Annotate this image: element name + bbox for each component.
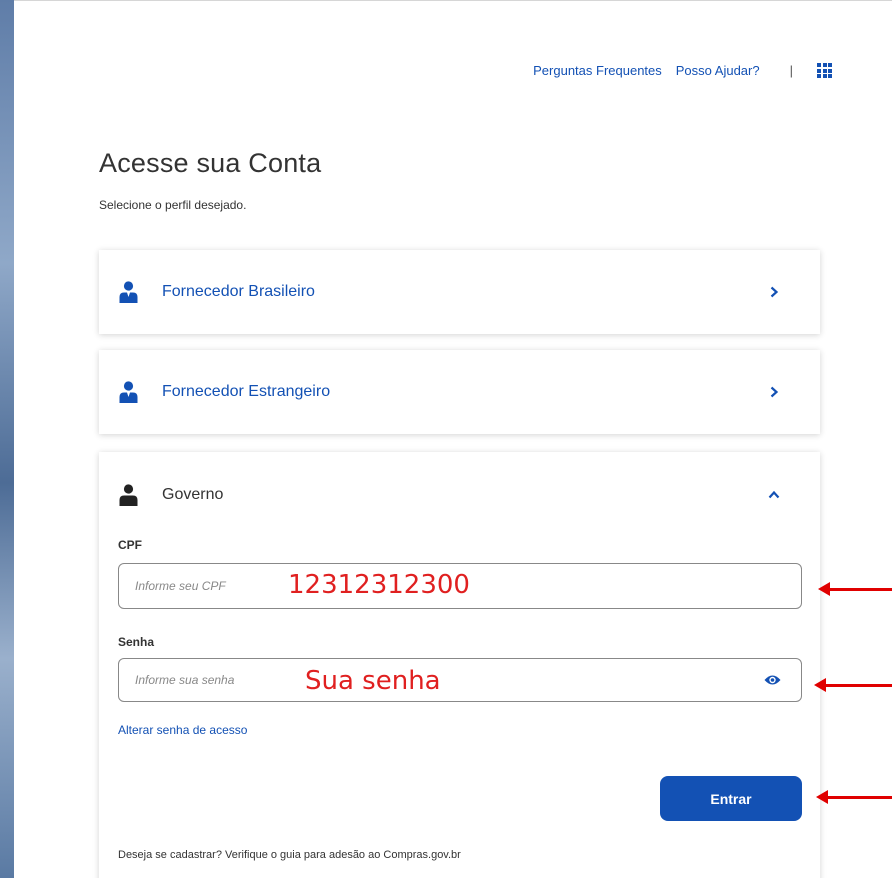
chevron-right-icon [770, 286, 779, 298]
profile-header-fornecedor-estrangeiro[interactable]: Fornecedor Estrangeiro [99, 350, 820, 434]
faq-link[interactable]: Perguntas Frequentes [533, 63, 662, 78]
profile-header-fornecedor-brasileiro[interactable]: Fornecedor Brasileiro [99, 250, 820, 334]
annotation-arrow-password [814, 678, 892, 692]
help-link[interactable]: Posso Ajudar? [676, 63, 760, 78]
annotation-arrow-submit [816, 790, 892, 804]
profile-label: Governo [162, 486, 224, 503]
cpf-annotation: 12312312300 [288, 570, 470, 600]
change-password-link[interactable]: Alterar senha de acesso [118, 723, 247, 737]
profile-card-fornecedor-estrangeiro[interactable]: Fornecedor Estrangeiro [99, 350, 820, 434]
password-label: Senha [118, 635, 155, 649]
profile-header-governo[interactable]: Governo [99, 452, 820, 538]
page-subtitle: Selecione o perfil desejado. [99, 198, 247, 212]
profile-card-governo: Governo CPF Senha Alterar senha de acess… [99, 452, 820, 878]
cpf-label: CPF [118, 538, 142, 552]
login-form: CPF Senha Alterar senha de acesso [99, 538, 820, 739]
password-field[interactable] [118, 658, 802, 702]
person-icon [119, 484, 138, 506]
signup-text: Deseja se cadastrar? Verifique o guia pa… [118, 849, 461, 861]
top-divider [14, 0, 892, 1]
cpf-input[interactable] [135, 579, 285, 593]
header-separator: | [789, 63, 793, 78]
password-input[interactable] [135, 673, 285, 687]
password-annotation: Sua senha [305, 666, 441, 696]
profile-label: Fornecedor Brasileiro [162, 283, 315, 300]
profile-label: Fornecedor Estrangeiro [162, 383, 331, 400]
supplier-person-icon [119, 381, 138, 403]
profile-card-fornecedor-brasileiro[interactable]: Fornecedor Brasileiro [99, 250, 820, 334]
apps-grid-icon[interactable] [817, 63, 832, 78]
show-password-eye-icon[interactable] [764, 673, 781, 687]
header-links: Perguntas Frequentes Posso Ajudar? | [533, 63, 832, 78]
submit-button[interactable]: Entrar [660, 776, 802, 821]
background-image-strip [0, 0, 14, 878]
chevron-right-icon [770, 386, 779, 398]
supplier-person-icon [119, 281, 138, 303]
page-title: Acesse sua Conta [99, 148, 322, 178]
chevron-up-icon [768, 490, 780, 499]
annotation-arrow-cpf [818, 582, 892, 596]
